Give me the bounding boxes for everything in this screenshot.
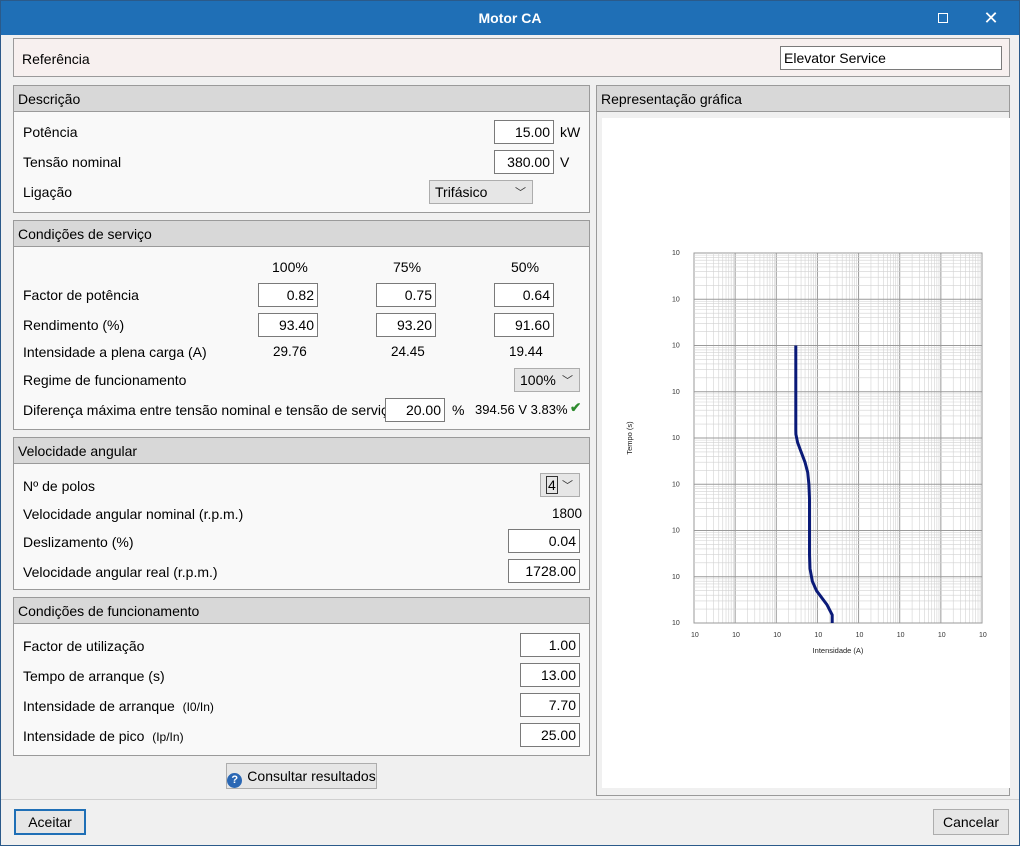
velocidade-title: Velocidade angular (14, 438, 589, 464)
polos-select[interactable]: 4 ﹀ (540, 473, 580, 497)
factor-50-input[interactable]: 0.64 (494, 283, 554, 307)
maximize-button[interactable] (923, 5, 963, 31)
intensidade-label: Intensidade a plena carga (A) (23, 344, 207, 360)
y-tick-label: 10 (672, 389, 680, 396)
deslizamento-input[interactable]: 0.04 (508, 529, 580, 553)
chevron-down-icon: ﹀ (562, 375, 573, 387)
diferenca-result: 394.56 V 3.83% (475, 402, 568, 417)
descricao-title: Descrição (14, 86, 589, 112)
reference-input[interactable]: Elevator Service (780, 46, 1002, 70)
rendimento-100-input[interactable]: 93.40 (258, 313, 318, 337)
x-tick-label: 10 (773, 632, 781, 639)
potencia-input[interactable]: 15.00 (494, 120, 554, 144)
chart-area: 10 10 10 10 10 10 10 10 10 10 10 10 10 10 10 10 10 Intens… (602, 118, 1010, 788)
motor-ca-dialog: Motor CA ✕ Referência Elevator Service D… (0, 0, 1020, 846)
arranque-label: Intensidade de arranque (I0/In) (23, 698, 214, 714)
chevron-down-icon: ﹀ (515, 187, 526, 199)
cancelar-button[interactable]: Cancelar (933, 809, 1009, 835)
x-tick-label: 10 (814, 632, 822, 639)
y-tick-label: 10 (672, 574, 680, 581)
grafica-panel: Representação gráfica 10 10 10 10 10 10 10 10 10… (596, 85, 1010, 796)
nominal-value: 1800 (552, 506, 583, 521)
y-tick-label: 10 (672, 343, 680, 350)
column-100: 100% (272, 259, 308, 275)
footer-bar (1, 799, 1019, 845)
x-axis-label: Intensidade (A) (813, 646, 864, 655)
potencia-unit: kW (560, 124, 581, 140)
close-icon: ✕ (983, 8, 999, 28)
y-tick-label: 10 (672, 435, 680, 442)
diferenca-label: Diferença máxima entre tensão nominal e … (23, 402, 396, 418)
servico-panel: Condições de serviço 100% 75% 50% Factor… (13, 220, 590, 430)
x-tick-label: 10 (897, 632, 905, 639)
y-tick-label: 10 (672, 296, 680, 303)
y-tick-label: 10 (672, 620, 680, 627)
y-axis-label: Tempo (s) (625, 421, 634, 455)
chevron-down-icon: ﹀ (562, 480, 573, 492)
ligacao-label: Ligação (23, 184, 73, 200)
help-icon: ? (227, 773, 243, 788)
x-tick-label: 10 (938, 632, 946, 639)
tensao-unit: V (560, 154, 570, 170)
intensidade-50: 19.44 (509, 344, 543, 359)
consultar-label: Consultar resultados (247, 768, 376, 784)
diferenca-input[interactable]: 20.00 (385, 398, 445, 422)
maximize-icon (938, 12, 948, 23)
tensao-input[interactable]: 380.00 (494, 150, 554, 174)
deslizamento-label: Deslizamento (%) (23, 534, 134, 550)
descricao-panel: Descrição Potência 15.00 kW Tensão nomin… (13, 85, 590, 213)
velocidade-panel: Velocidade angular Nº de polos 4 ﹀ Veloc… (13, 437, 590, 590)
funcionamento-title: Condições de funcionamento (14, 598, 589, 624)
column-75: 75% (393, 259, 422, 275)
reference-panel: Referência Elevator Service (13, 38, 1010, 77)
window-title: Motor CA (478, 10, 542, 26)
check-icon: ✔ (570, 400, 582, 415)
column-50: 50% (511, 259, 540, 275)
close-button[interactable]: ✕ (971, 5, 1011, 31)
time-current-chart: 10 10 10 10 10 10 10 10 10 10 10 10 10 10 10 10 10 Intens… (625, 250, 987, 655)
y-tick-label: 10 (672, 481, 680, 488)
tensao-label: Tensão nominal (23, 154, 122, 170)
rendimento-75-input[interactable]: 93.20 (376, 313, 436, 337)
regime-label: Regime de funcionamento (23, 372, 187, 388)
regime-value: 100% (520, 372, 556, 388)
ligacao-value: Trifásico (435, 184, 488, 200)
tempo-label: Tempo de arranque (s) (23, 668, 165, 684)
factor-100-input[interactable]: 0.82 (258, 283, 318, 307)
real-label: Velocidade angular real (r.p.m.) (23, 564, 218, 580)
diferenca-unit: % (452, 402, 465, 418)
pico-input[interactable]: 25.00 (520, 723, 580, 747)
x-tick-label: 10 (732, 632, 740, 639)
polos-label: Nº de polos (23, 478, 96, 494)
pico-label: Intensidade de pico (Ip/In) (23, 728, 184, 744)
y-tick-label: 10 (672, 250, 680, 257)
consultar-resultados-button[interactable]: ? Consultar resultados (226, 763, 377, 789)
factor-label: Factor de potência (23, 287, 139, 303)
polos-value: 4 (546, 476, 558, 494)
x-tick-label: 10 (856, 632, 864, 639)
rendimento-label: Rendimento (%) (23, 317, 125, 333)
x-tick-label: 10 (979, 632, 987, 639)
servico-title: Condições de serviço (14, 221, 589, 247)
reference-label: Referência (22, 51, 90, 67)
title-bar: Motor CA ✕ (1, 1, 1019, 35)
intensidade-75: 24.45 (391, 344, 425, 359)
real-input[interactable]: 1728.00 (508, 559, 580, 583)
x-tick-label: 10 (691, 632, 699, 639)
tempo-input[interactable]: 13.00 (520, 663, 580, 687)
factor-75-input[interactable]: 0.75 (376, 283, 436, 307)
aceitar-button[interactable]: Aceitar (14, 809, 86, 835)
utilizacao-label: Factor de utilização (23, 638, 145, 654)
utilizacao-input[interactable]: 1.00 (520, 633, 580, 657)
grafica-title: Representação gráfica (597, 86, 1009, 112)
intensidade-100: 29.76 (273, 344, 307, 359)
nominal-label: Velocidade angular nominal (r.p.m.) (23, 506, 244, 522)
y-tick-label: 10 (672, 528, 680, 535)
funcionamento-panel: Condições de funcionamento Factor de uti… (13, 597, 590, 756)
potencia-label: Potência (23, 124, 78, 140)
regime-select[interactable]: 100% ﹀ (514, 368, 580, 392)
arranque-input[interactable]: 7.70 (520, 693, 580, 717)
rendimento-50-input[interactable]: 91.60 (494, 313, 554, 337)
ligacao-select[interactable]: Trifásico ﹀ (429, 180, 533, 204)
